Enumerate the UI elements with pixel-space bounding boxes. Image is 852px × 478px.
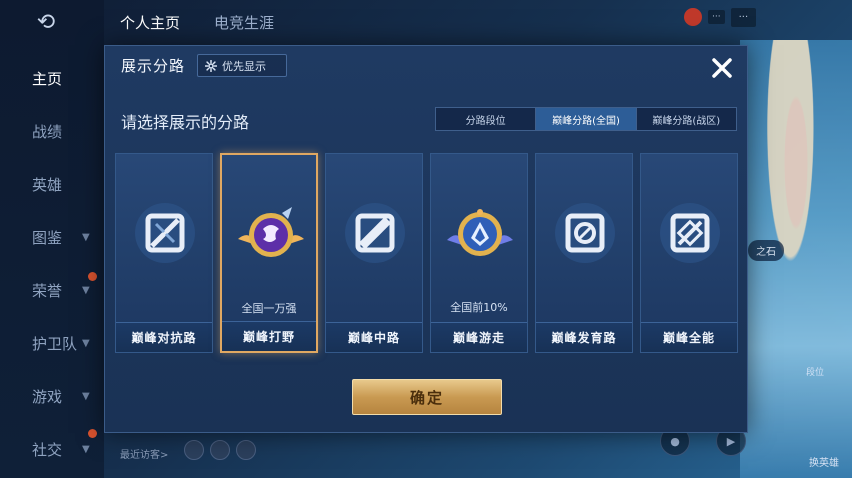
- nav-item-heroes[interactable]: 英雄: [0, 158, 104, 211]
- card-label: 巅峰发育路: [536, 322, 632, 352]
- jungle-rank-badge-icon: [238, 207, 304, 257]
- farm-lane-emblem-icon: [555, 203, 615, 263]
- nav-item-guard-team[interactable]: 护卫队 ▼: [0, 317, 104, 370]
- chevron-down-icon: ▼: [82, 285, 90, 296]
- background-top-right: ··· ···: [680, 2, 852, 32]
- roam-rank-badge-icon: [447, 209, 513, 256]
- lane-type-segmented-control: 分路段位 巅峰分路(全国) 巅峰分路(战区): [435, 107, 737, 131]
- lane-card-jungle[interactable]: 全国一万强 巅峰打野: [220, 153, 318, 353]
- display-lane-modal: 展示分路 优先显示 请选择展示的分路 分路段位 巅峰分路(全国) 巅峰分路(战区…: [104, 45, 748, 433]
- visitor-avatars: [184, 440, 256, 460]
- mid-lane-emblem-icon: [345, 203, 405, 263]
- tab-esports[interactable]: 电竞生涯: [214, 12, 274, 33]
- nav-label: 社交: [32, 441, 63, 459]
- nav-label: 主页: [32, 70, 63, 88]
- gear-icon: [205, 59, 217, 72]
- rank-label: 段位: [806, 368, 825, 378]
- card-label: 巅峰中路: [326, 322, 422, 352]
- priority-label: 优先显示: [222, 59, 266, 73]
- nav-label: 荣誉: [32, 282, 63, 300]
- tab-peak-lane-region[interactable]: 巅峰分路(战区): [637, 108, 736, 130]
- nav-item-records[interactable]: 战绩: [0, 105, 104, 158]
- recent-visitors-link[interactable]: 最近访客>: [120, 446, 168, 461]
- avatar[interactable]: [684, 8, 702, 26]
- card-rank-text: 全国前10%: [450, 301, 508, 314]
- nav-label: 战绩: [32, 123, 63, 141]
- top-right-button[interactable]: ···: [730, 7, 757, 27]
- notification-dot: [88, 429, 97, 438]
- hero-tag: 之石: [748, 240, 784, 261]
- nav-label: 图鉴: [32, 229, 63, 247]
- avatar[interactable]: [236, 440, 256, 460]
- card-label: 巅峰游走: [431, 322, 527, 352]
- card-rank-text: 全国一万强: [241, 302, 297, 315]
- close-button[interactable]: [707, 53, 737, 83]
- chevron-down-icon: ▼: [82, 444, 90, 455]
- background-tabs: 个人主页 电竞生涯: [120, 12, 274, 33]
- lane-cards: 巅峰对抗路 全国一万强 巅峰打野 巅峰中路 全国前10% 巅峰游走 巅峰发育路 …: [115, 153, 739, 353]
- chevron-down-icon: ▼: [82, 391, 90, 402]
- lane-card-roam[interactable]: 全国前10% 巅峰游走: [430, 153, 528, 353]
- modal-subtitle: 请选择展示的分路: [121, 113, 250, 132]
- nav-item-game[interactable]: 游戏 ▼: [0, 370, 104, 423]
- lane-card-mid[interactable]: 巅峰中路: [325, 153, 423, 353]
- card-label: 巅峰对抗路: [116, 322, 212, 352]
- tab-peak-lane-national[interactable]: 巅峰分路(全国): [536, 108, 637, 130]
- priority-display-button[interactable]: 优先显示: [197, 54, 287, 77]
- chevron-down-icon: ▼: [82, 232, 90, 243]
- switch-hero-button[interactable]: 换英雄: [800, 418, 848, 474]
- background-nav: 主页 战绩 英雄 图鉴 ▼ 荣誉 ▼ 护卫队 ▼ 游戏 ▼ 社交 ▼: [0, 52, 104, 476]
- card-label: 巅峰全能: [641, 322, 737, 352]
- nav-item-codex[interactable]: 图鉴 ▼: [0, 211, 104, 264]
- lane-card-farm[interactable]: 巅峰发育路: [535, 153, 633, 353]
- nav-item-home[interactable]: 主页: [0, 52, 104, 105]
- nav-label: 英雄: [32, 176, 63, 194]
- tab-profile[interactable]: 个人主页: [120, 12, 180, 33]
- top-right-badge: ···: [708, 10, 725, 24]
- confirm-button[interactable]: 确定: [352, 379, 502, 415]
- modal-title: 展示分路: [121, 57, 186, 75]
- chevron-down-icon: ▼: [82, 338, 90, 349]
- close-icon: [712, 58, 732, 78]
- tab-lane-rank[interactable]: 分路段位: [436, 108, 537, 130]
- nav-item-honor[interactable]: 荣誉 ▼: [0, 264, 104, 317]
- nav-label: 游戏: [32, 388, 63, 406]
- nav-item-social[interactable]: 社交 ▼: [0, 423, 104, 476]
- lane-card-clash[interactable]: 巅峰对抗路: [115, 153, 213, 353]
- avatar[interactable]: [184, 440, 204, 460]
- avatar[interactable]: [210, 440, 230, 460]
- clash-lane-emblem-icon: [135, 203, 195, 263]
- card-label: 巅峰打野: [222, 321, 316, 351]
- lane-card-all-round[interactable]: 巅峰全能: [640, 153, 738, 353]
- all-round-emblem-icon: [660, 203, 720, 263]
- back-arrow-icon[interactable]: ⟲: [24, 10, 68, 36]
- nav-label: 护卫队: [32, 335, 78, 353]
- notification-dot: [88, 272, 97, 281]
